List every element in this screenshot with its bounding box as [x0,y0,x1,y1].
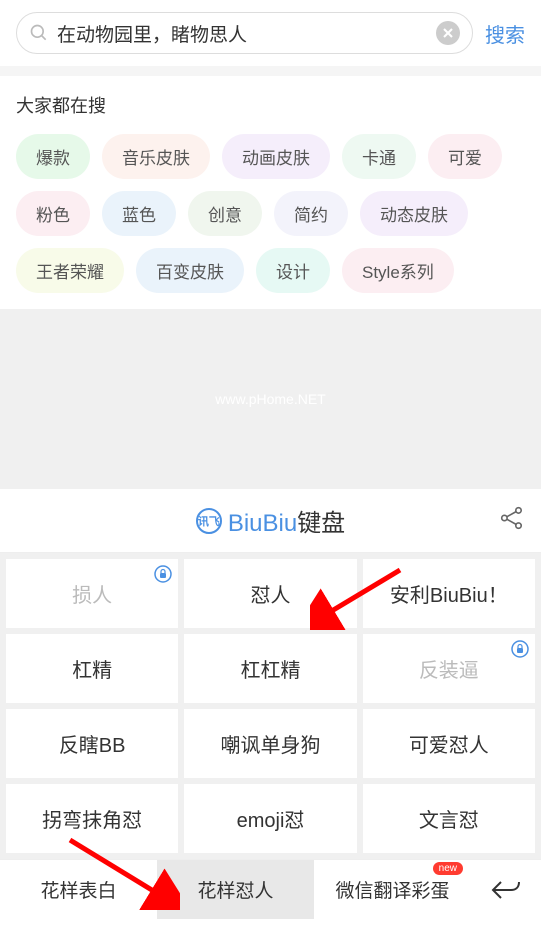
keyboard-header: 讯飞 BiuBiu键盘 [0,489,541,553]
bottom-tabs: 花样表白花样怼人微信翻译彩蛋new [0,859,541,919]
search-button[interactable]: 搜索 [485,19,525,48]
hot-tag[interactable]: 动画皮肤 [222,134,330,179]
hot-tag[interactable]: Style系列 [342,248,454,293]
watermark: www.pHome.NET [215,391,325,407]
hot-tag[interactable]: 卡通 [342,134,416,179]
phrase-button[interactable]: 反瞎BB [6,709,178,778]
hot-tag[interactable]: 爆款 [16,134,90,179]
hot-tag[interactable]: 百变皮肤 [136,248,244,293]
clear-button[interactable] [436,21,460,45]
phrase-button[interactable]: 反装逼 [363,634,535,703]
lock-icon [154,565,172,583]
bottom-tab[interactable]: 花样怼人 [157,860,314,919]
phrase-grid: 损人怼人安利BiuBiu！ 杠精杠杠精反装逼反瞎BB嘲讽单身狗可爱怼人拐弯抹角怼e… [0,553,541,859]
phrase-button[interactable]: 怼人 [184,559,356,628]
hot-tag[interactable]: 蓝色 [102,191,176,236]
hot-tag[interactable]: 简约 [274,191,348,236]
search-input-container[interactable] [16,12,473,54]
phrase-button[interactable]: 拐弯抹角怼 [6,784,178,853]
bottom-tab[interactable]: 微信翻译彩蛋new [314,860,471,919]
keyboard-title: BiuBiu键盘 [228,503,345,538]
lock-icon [511,640,529,658]
back-icon [491,878,521,902]
phrase-button[interactable]: 安利BiuBiu！ [363,559,535,628]
hot-searches-section: 大家都在搜 爆款音乐皮肤动画皮肤卡通可爱粉色蓝色创意简约动态皮肤王者荣耀百变皮肤… [0,76,541,309]
search-input[interactable] [57,22,428,44]
back-button[interactable] [471,862,541,918]
phrase-button[interactable]: 可爱怼人 [363,709,535,778]
search-bar: 搜索 [0,0,541,66]
hot-tag[interactable]: 王者荣耀 [16,248,124,293]
phrase-button[interactable]: 损人 [6,559,178,628]
close-icon [442,27,454,39]
share-icon [499,505,525,531]
new-badge: new [433,862,463,875]
hot-tag[interactable]: 设计 [256,248,330,293]
phrase-button[interactable]: 文言怼 [363,784,535,853]
phrase-button[interactable]: 杠精 [6,634,178,703]
bottom-tab[interactable]: 花样表白 [0,860,157,919]
phrase-button[interactable]: 嘲讽单身狗 [184,709,356,778]
hot-tag[interactable]: 可爱 [428,134,502,179]
logo-icon: 讯飞 [196,508,222,534]
phrase-button[interactable]: emoji怼 [184,784,356,853]
phrase-button[interactable]: 杠杠精 [184,634,356,703]
hot-title: 大家都在搜 [16,92,525,118]
search-icon [29,23,49,43]
tag-grid: 爆款音乐皮肤动画皮肤卡通可爱粉色蓝色创意简约动态皮肤王者荣耀百变皮肤设计 Styl… [16,134,525,293]
hot-tag[interactable]: 动态皮肤 [360,191,468,236]
hot-tag[interactable]: 音乐皮肤 [102,134,210,179]
content-spacer: www.pHome.NET [0,309,541,489]
divider [0,66,541,76]
keyboard-logo: 讯飞 BiuBiu键盘 [196,503,345,538]
share-button[interactable] [499,505,525,536]
hot-tag[interactable]: 粉色 [16,191,90,236]
hot-tag[interactable]: 创意 [188,191,262,236]
